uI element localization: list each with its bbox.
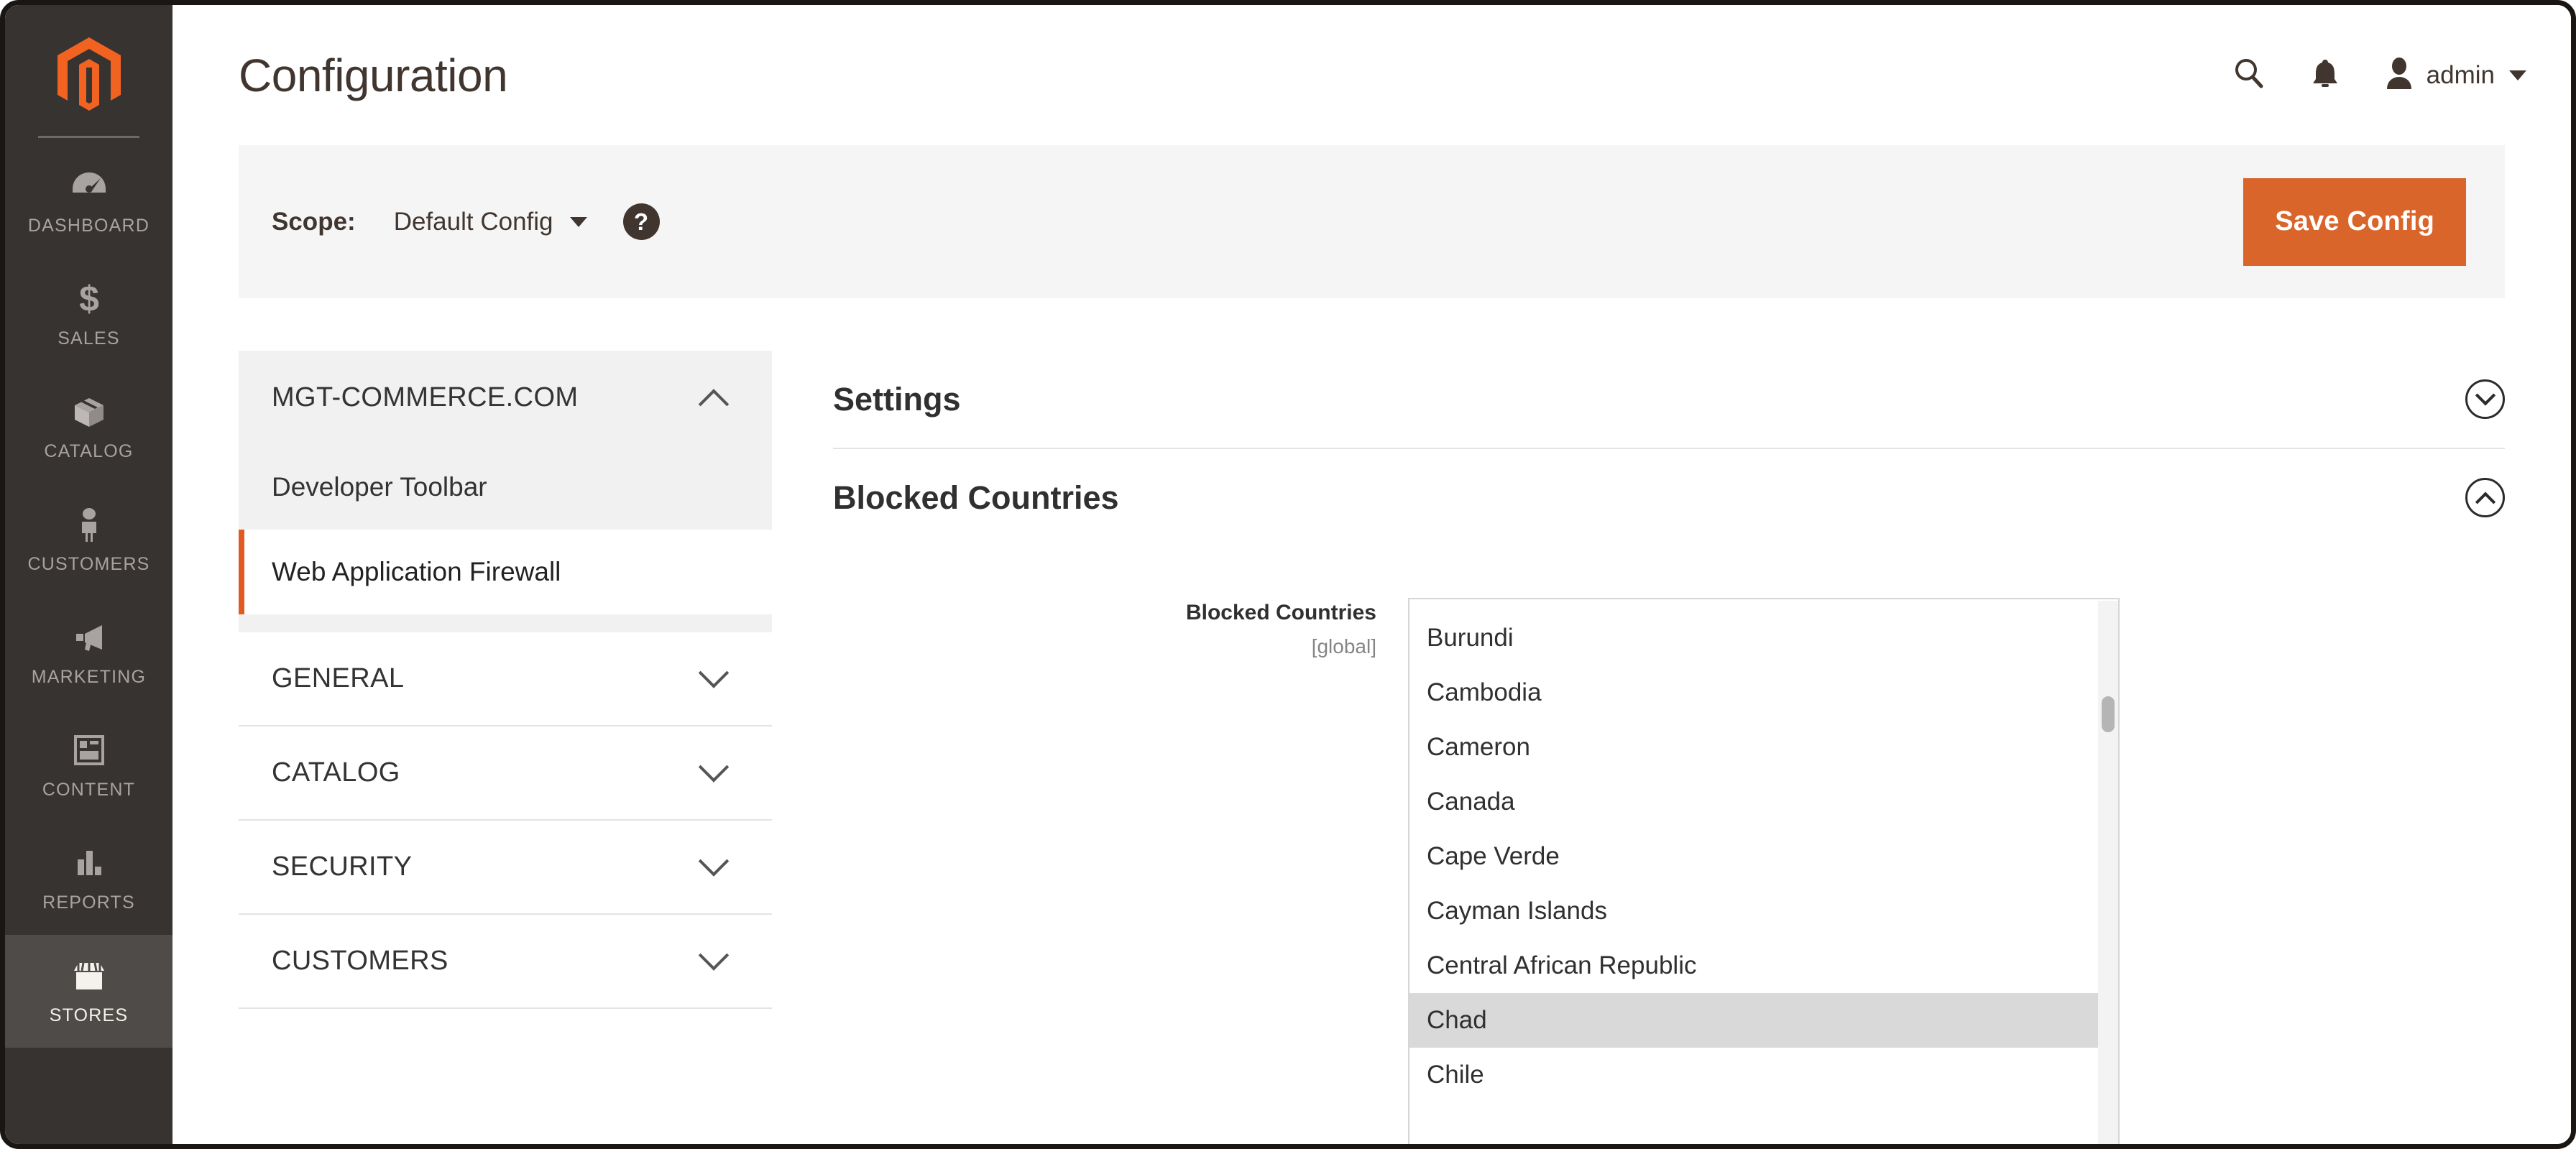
user-name-label: admin xyxy=(2426,60,2495,89)
multiselect-scrollbar-track[interactable] xyxy=(2098,601,2118,1144)
config-subitem-label: Developer Toolbar xyxy=(272,472,487,502)
save-config-button[interactable]: Save Config xyxy=(2243,177,2466,266)
blocked-countries-field-row: Blocked Countries [global] Burundi Cambo… xyxy=(833,546,2505,1144)
config-section-label: CATALOG xyxy=(272,757,400,788)
caret-down-icon xyxy=(569,216,587,227)
config-subitem-web-application-firewall[interactable]: Web Application Firewall xyxy=(239,530,772,615)
svg-text:$: $ xyxy=(79,280,99,318)
application-window: DASHBOARD $ SALES CATALOG CUSTOMERS MARK… xyxy=(0,0,2576,1149)
body-row: MGT-COMMERCE.COM Developer Toolbar Web A… xyxy=(172,298,2571,1144)
bar-chart-icon xyxy=(69,844,109,882)
avatar-icon xyxy=(2384,56,2414,94)
blocked-countries-option-list: Burundi Cambodia Cameron Canada Cape Ver… xyxy=(1409,599,2118,1102)
global-sidebar-nav: DASHBOARD $ SALES CATALOG CUSTOMERS MARK… xyxy=(5,5,172,1144)
scope-label: Scope: xyxy=(272,207,356,236)
person-icon xyxy=(69,505,109,544)
search-icon[interactable] xyxy=(2232,56,2266,94)
header-actions: admin xyxy=(2232,56,2526,94)
sidebar-item-label: REPORTS xyxy=(42,892,135,913)
chevron-up-circle-icon[interactable] xyxy=(2465,478,2505,518)
sidebar-item-label: CATALOG xyxy=(44,441,134,461)
config-section-label: CUSTOMERS xyxy=(272,946,448,977)
list-item-selected[interactable]: Chad xyxy=(1409,993,2118,1048)
field-label-column: Blocked Countries [global] xyxy=(833,598,1408,658)
page-title: Configuration xyxy=(239,49,508,101)
sidebar-item-stores[interactable]: STORES xyxy=(5,935,172,1048)
multiselect-scrollbar-thumb[interactable] xyxy=(2102,696,2115,733)
chevron-down-icon xyxy=(698,940,730,971)
blocked-countries-field-label: Blocked Countries xyxy=(1185,601,1376,625)
megaphone-icon xyxy=(69,618,109,657)
config-subitem-developer-toolbar[interactable]: Developer Toolbar xyxy=(239,445,772,530)
settings-section-header[interactable]: Settings xyxy=(833,351,2505,448)
sidebar-item-content[interactable]: CONTENT xyxy=(5,709,172,822)
config-section-catalog[interactable]: CATALOG xyxy=(239,726,772,821)
config-section-mgt-commerce[interactable]: MGT-COMMERCE.COM xyxy=(239,351,772,446)
list-item[interactable]: Burundi xyxy=(1409,611,2118,665)
storefront-icon xyxy=(69,956,109,995)
dashboard-gauge-icon xyxy=(69,167,109,206)
config-subitem-label: Web Application Firewall xyxy=(272,557,561,587)
configuration-nav: MGT-COMMERCE.COM Developer Toolbar Web A… xyxy=(239,351,772,1144)
list-item[interactable]: Cameron xyxy=(1409,720,2118,775)
sidebar-item-customers[interactable]: CUSTOMERS xyxy=(5,484,172,596)
list-item[interactable]: Canada xyxy=(1409,775,2118,829)
list-item[interactable]: Chile xyxy=(1409,1048,2118,1102)
list-item[interactable]: Cambodia xyxy=(1409,665,2118,720)
sidebar-item-sales[interactable]: $ SALES xyxy=(5,258,172,371)
blocked-countries-multiselect[interactable]: Burundi Cambodia Cameron Canada Cape Ver… xyxy=(1408,598,2120,1144)
sidebar-item-label: SALES xyxy=(58,328,120,349)
field-scope-note: [global] xyxy=(1311,635,1376,658)
config-section-general[interactable]: GENERAL xyxy=(239,632,772,727)
question-mark-icon[interactable]: ? xyxy=(622,203,660,241)
scope-bar: Scope: Default Config ? Save Config xyxy=(239,145,2505,299)
scope-selector[interactable]: Default Config xyxy=(394,208,587,236)
sidebar-item-label: DASHBOARD xyxy=(27,216,150,236)
chevron-down-icon xyxy=(698,846,730,877)
scope-selected-value: Default Config xyxy=(393,207,553,236)
config-section-label: GENERAL xyxy=(272,663,405,694)
list-item[interactable]: Cape Verde xyxy=(1409,829,2118,884)
config-section-security[interactable]: SECURITY xyxy=(239,821,772,915)
dollar-sign-icon: $ xyxy=(69,280,109,318)
chevron-up-icon xyxy=(698,389,730,420)
config-section-label: MGT-COMMERCE.COM xyxy=(272,382,579,413)
sidebar-item-dashboard[interactable]: DASHBOARD xyxy=(5,145,172,258)
config-section-customers[interactable]: CUSTOMERS xyxy=(239,915,772,1010)
bell-icon[interactable] xyxy=(2311,56,2340,94)
list-item[interactable]: Cayman Islands xyxy=(1409,884,2118,938)
blocked-countries-section-header[interactable]: Blocked Countries xyxy=(833,449,2505,546)
caret-down-icon xyxy=(2509,70,2526,80)
content-column: Configuration admin Scope: Default Confi… xyxy=(172,5,2571,1144)
chevron-down-circle-icon[interactable] xyxy=(2465,379,2505,420)
magento-logo-icon[interactable] xyxy=(5,5,172,145)
box-icon xyxy=(69,392,109,431)
sidebar-item-label: CONTENT xyxy=(42,780,136,800)
sidebar-item-catalog[interactable]: CATALOG xyxy=(5,371,172,484)
layout-page-icon xyxy=(69,731,109,770)
page-header: Configuration admin xyxy=(172,5,2571,145)
settings-section-title: Settings xyxy=(833,380,961,417)
sidebar-item-label: CUSTOMERS xyxy=(27,554,150,574)
config-subitem-group: Developer Toolbar Web Application Firewa… xyxy=(239,445,772,633)
list-item[interactable]: Central African Republic xyxy=(1409,938,2118,993)
chevron-down-icon xyxy=(698,752,730,783)
sidebar-item-marketing[interactable]: MARKETING xyxy=(5,596,172,709)
user-menu[interactable]: admin xyxy=(2384,56,2526,94)
chevron-down-icon xyxy=(698,657,730,688)
sidebar-item-label: MARKETING xyxy=(31,667,147,687)
blocked-countries-section-title: Blocked Countries xyxy=(833,479,1119,516)
sidebar-item-reports[interactable]: REPORTS xyxy=(5,822,172,935)
sidebar-item-label: STORES xyxy=(49,1005,129,1025)
settings-panel: Settings Blocked Countries Blocked Count… xyxy=(772,351,2571,1144)
config-section-label: SECURITY xyxy=(272,852,413,882)
